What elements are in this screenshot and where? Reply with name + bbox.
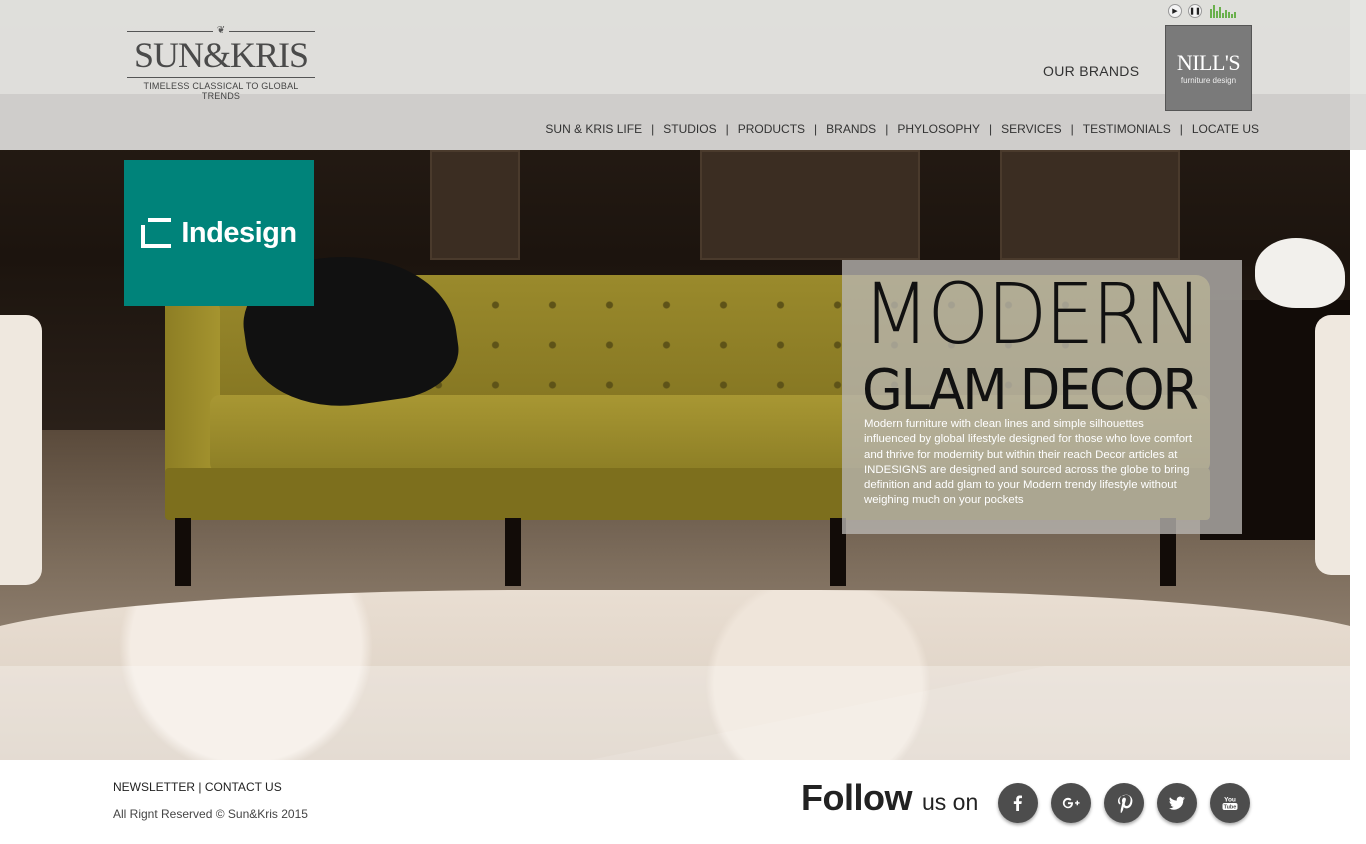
pause-icon[interactable]: ❚❚ <box>1188 4 1202 18</box>
svg-text:Tube: Tube <box>1224 805 1237 811</box>
nills-brand-badge[interactable]: NILL'S furniture design <box>1165 25 1252 111</box>
svg-text:You: You <box>1224 797 1236 804</box>
nav-studios[interactable]: STUDIOS <box>654 122 725 136</box>
indesign-brand-name: Indesign <box>181 216 297 249</box>
play-icon[interactable]: ▶ <box>1168 4 1182 18</box>
site-footer: NEWSLETTER | CONTACT US All Rignt Reserv… <box>0 760 1366 844</box>
facebook-icon[interactable] <box>998 783 1038 823</box>
pinterest-icon[interactable] <box>1104 783 1144 823</box>
nav-services[interactable]: SERVICES <box>992 122 1070 136</box>
hero-heading-line1: MODERN <box>862 265 1203 363</box>
nav-sun-kris-life[interactable]: SUN & KRIS LIFE <box>536 122 651 136</box>
nav-phylosophy[interactable]: PHYLOSOPHY <box>888 122 989 136</box>
footer-links: NEWSLETTER | CONTACT US <box>113 780 282 794</box>
follow-us-heading: Follow us on <box>801 777 978 819</box>
nav-products[interactable]: PRODUCTS <box>729 122 814 136</box>
site-header: ❦ SUN&KRIS TIMELESS CLASSICAL TO GLOBAL … <box>0 0 1366 150</box>
follow-label: Follow <box>801 777 912 818</box>
nav-testimonials[interactable]: TESTIMONIALS <box>1074 122 1180 136</box>
logo-tagline: TIMELESS CLASSICAL TO GLOBAL TRENDS <box>127 77 315 101</box>
follow-us-on-label: us on <box>921 789 979 815</box>
hero-heading-line2: GLAM DECOR <box>862 358 1199 423</box>
contact-us-link[interactable]: CONTACT US <box>205 780 282 794</box>
social-links: You Tube <box>998 783 1250 823</box>
footer-separator: | <box>198 780 202 794</box>
google-plus-icon[interactable] <box>1051 783 1091 823</box>
nav-locate-us[interactable]: LOCATE US <box>1183 122 1259 136</box>
site-logo[interactable]: ❦ SUN&KRIS TIMELESS CLASSICAL TO GLOBAL … <box>127 26 316 101</box>
youtube-icon[interactable]: You Tube <box>1210 783 1250 823</box>
nav-brands[interactable]: BRANDS <box>817 122 885 136</box>
copyright-text: All Rignt Reserved © Sun&Kris 2015 <box>113 807 308 821</box>
indesign-brand-tile[interactable]: Indesign <box>124 160 314 306</box>
music-player: ▶ ❚❚ <box>1168 4 1236 18</box>
equalizer-icon <box>1210 4 1236 18</box>
indesign-logo-icon <box>141 218 172 248</box>
hero-info-panel: MODERN GLAM DECOR Modern furniture with … <box>842 260 1242 534</box>
page: ❦ SUN&KRIS TIMELESS CLASSICAL TO GLOBAL … <box>0 0 1366 844</box>
twitter-icon[interactable] <box>1157 783 1197 823</box>
logo-wordmark: SUN&KRIS <box>133 35 309 75</box>
hero-description: Modern furniture with clean lines and si… <box>864 418 1192 507</box>
newsletter-link[interactable]: NEWSLETTER <box>113 780 195 794</box>
our-brands-label: OUR BRANDS <box>1043 63 1140 79</box>
nills-brand-sub: furniture design <box>1180 75 1237 85</box>
nills-brand-name: NILL'S <box>1176 49 1241 75</box>
main-nav: SUN & KRIS LIFE | STUDIOS | PRODUCTS | BRAN… <box>536 122 1259 136</box>
